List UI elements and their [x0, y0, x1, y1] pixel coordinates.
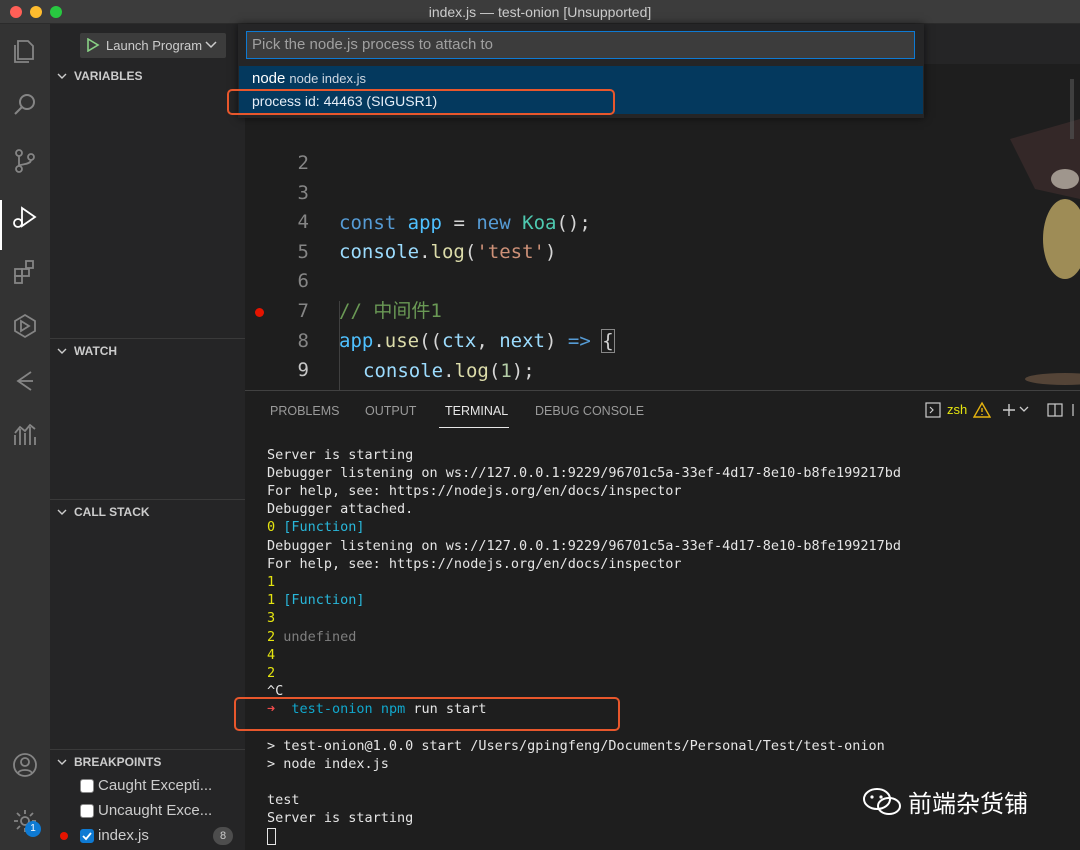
code-line: 7 app.use((ctx, next) => {	[245, 266, 1080, 353]
code-line: 8 console.log(1);	[245, 296, 1080, 382]
process-description: node index.js	[289, 71, 366, 86]
chevron-down-icon	[57, 73, 67, 79]
terminal-icon	[925, 402, 941, 418]
tab-debug-console[interactable]: DEBUG CONSOLE	[535, 404, 644, 418]
breakpoint-line-badge: 8	[213, 827, 233, 845]
terminal-line: test	[267, 792, 300, 808]
terminal-line: 0 [Function]	[267, 519, 365, 535]
extensions-icon[interactable]	[8, 255, 42, 289]
breakpoint-label: index.js	[98, 827, 149, 844]
chevron-down-icon	[57, 759, 67, 765]
check-icon	[82, 832, 92, 841]
breakpoint-checkbox[interactable]	[80, 804, 94, 818]
debug-sidebar: Launch Program VARIABLES WATCH CALL STAC…	[50, 24, 245, 850]
code-line: 2	[245, 118, 1080, 174]
terminal-line: Debugger listening on ws://127.0.0.1:922…	[267, 538, 901, 554]
account-icon[interactable]	[8, 748, 42, 782]
chevron-down-icon	[57, 509, 67, 515]
terminal-line: 1	[267, 574, 276, 590]
breakpoints-title: BREAKPOINTS	[74, 755, 162, 769]
split-terminal-icon[interactable]	[1047, 402, 1063, 418]
breakpoint-item[interactable]: index.js 8	[50, 824, 245, 848]
shell-name[interactable]: zsh	[947, 402, 967, 417]
terminal-line: > test-onion@1.0.0 start /Users/gpingfen…	[267, 738, 885, 754]
chevron-down-icon	[205, 41, 217, 49]
code-line: 3 const app = new Koa();	[245, 148, 1080, 234]
settings-badge: 1	[25, 821, 41, 837]
title-bar: index.js — test-onion [Unsupported]	[0, 0, 1080, 24]
files-icon[interactable]	[8, 34, 42, 68]
breakpoints-section-header[interactable]: BREAKPOINTS	[50, 749, 245, 773]
terminal-line: For help, see: https://nodejs.org/en/doc…	[267, 483, 682, 499]
source-control-icon[interactable]	[8, 144, 42, 178]
warning-icon[interactable]	[973, 401, 991, 419]
annotation-box-prompt	[234, 697, 620, 731]
quick-pick-input[interactable]: Pick the node.js process to attach to	[246, 31, 915, 59]
search-icon[interactable]	[8, 88, 42, 122]
call-stack-section-header[interactable]: CALL STACK	[50, 499, 245, 523]
code-line: 5	[245, 207, 1080, 263]
decorative-character-image	[1010, 79, 1080, 385]
terminal-line: Server is starting	[267, 447, 414, 463]
variables-title: VARIABLES	[74, 69, 143, 83]
terminal-line: Debugger attached.	[267, 501, 414, 517]
breakpoint-checkbox[interactable]	[80, 829, 94, 843]
process-item-node[interactable]: node node index.js	[252, 70, 366, 87]
breakpoint-label: Uncaught Exce...	[98, 802, 213, 819]
variables-section-header[interactable]: VARIABLES	[50, 64, 245, 88]
breakpoint-item[interactable]: Caught Excepti...	[50, 774, 245, 798]
terminal-line: 4	[267, 647, 276, 663]
code-line: 9 next();	[245, 325, 1080, 390]
watermark: 前端杂货铺	[862, 784, 1028, 819]
code-line: 4 console.log('test')	[245, 177, 1080, 263]
window-title: index.js — test-onion [Unsupported]	[428, 4, 652, 20]
breakpoint-checkbox[interactable]	[80, 779, 94, 793]
breakpoint-dot-icon	[60, 832, 68, 840]
terminal-line: 3	[267, 610, 276, 626]
process-label: node	[252, 70, 286, 87]
kill-terminal-icon[interactable]	[1071, 402, 1080, 418]
active-tab-indicator	[439, 427, 509, 428]
launch-config-label: Launch Program	[106, 38, 202, 53]
bottom-panel: PROBLEMS OUTPUT TERMINAL DEBUG CONSOLE z…	[245, 390, 1080, 850]
run-debug-icon[interactable]	[8, 200, 42, 234]
breakpoint-item[interactable]: Uncaught Exce...	[50, 799, 245, 823]
activity-bar: 1	[0, 24, 50, 850]
code-line: 6 // 中间件1	[245, 236, 1080, 322]
terminal-line: Server is starting	[267, 810, 414, 826]
call-stack-title: CALL STACK	[74, 505, 150, 519]
tab-terminal[interactable]: TERMINAL	[445, 404, 508, 418]
terminal-line: 1 [Function]	[267, 592, 365, 608]
breakpoint-label: Caught Excepti...	[98, 777, 213, 794]
terminal-line: 2 undefined	[267, 629, 357, 645]
active-indicator	[0, 200, 2, 250]
chevron-down-icon	[57, 348, 67, 354]
watermark-text: 前端杂货铺	[908, 791, 1028, 818]
terminal-cursor[interactable]	[267, 827, 276, 845]
chevron-down-icon[interactable]	[1018, 403, 1030, 415]
terminal-line: 2	[267, 665, 276, 681]
terminal-line: For help, see: https://nodejs.org/en/doc…	[267, 556, 682, 572]
remote-icon[interactable]	[8, 309, 42, 343]
git-graph-icon[interactable]	[8, 364, 42, 398]
tab-output[interactable]: OUTPUT	[365, 404, 416, 418]
terminal-line: > node index.js	[267, 756, 389, 772]
tab-problems[interactable]: PROBLEMS	[270, 404, 339, 418]
watch-section-header[interactable]: WATCH	[50, 338, 245, 362]
add-terminal-icon[interactable]	[1001, 402, 1017, 418]
terminal-line: Debugger listening on ws://127.0.0.1:922…	[267, 465, 901, 481]
launch-config-select[interactable]: Launch Program	[80, 33, 226, 58]
annotation-box-process	[227, 89, 615, 115]
start-debugging-icon[interactable]	[86, 38, 100, 52]
wechat-icon	[863, 787, 901, 815]
stats-icon[interactable]	[8, 418, 42, 452]
code-line: 10 console.log(2);	[245, 355, 1080, 390]
watch-title: WATCH	[74, 344, 118, 358]
